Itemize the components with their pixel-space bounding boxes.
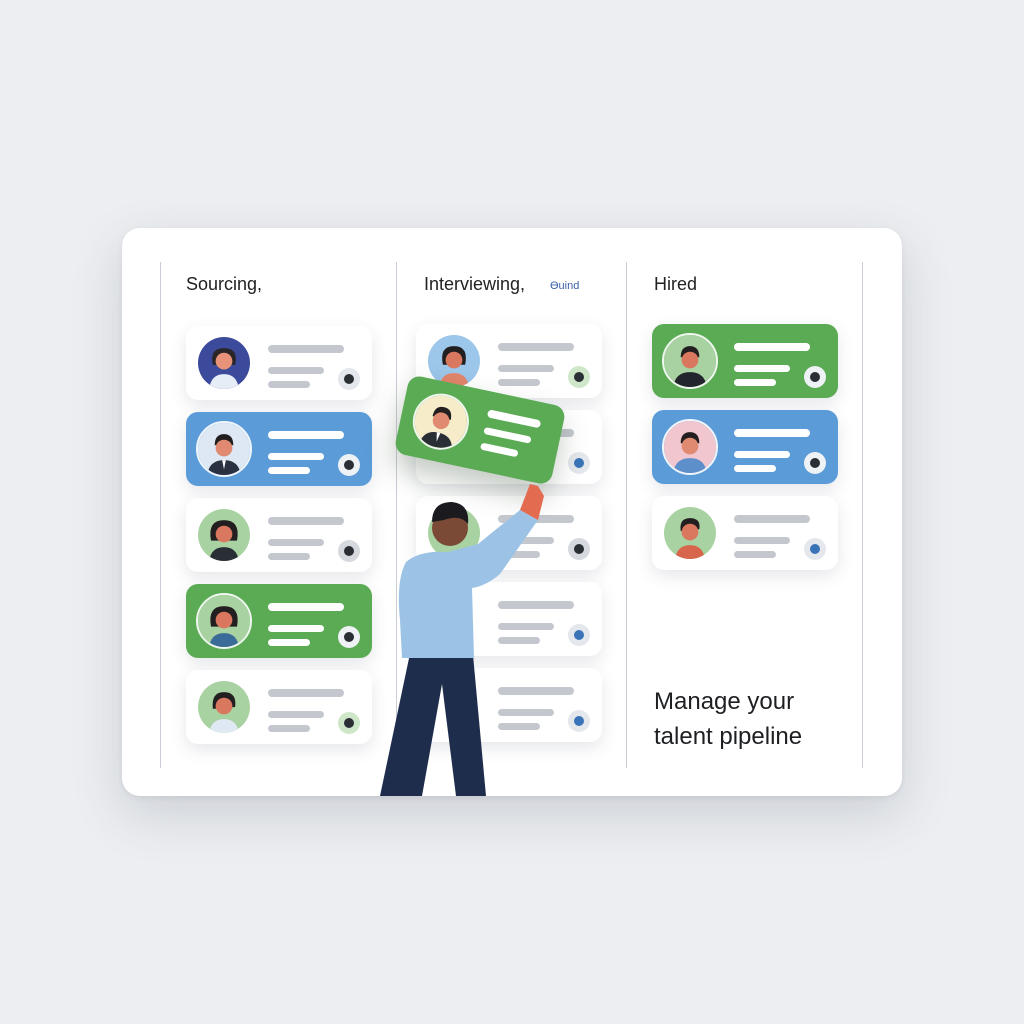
candidate-card[interactable] — [186, 498, 372, 572]
status-dot-icon[interactable] — [804, 366, 826, 388]
tagline-line-1: Manage your — [654, 688, 795, 715]
candidate-card[interactable] — [186, 326, 372, 400]
name-placeholder — [734, 515, 810, 523]
detail-placeholder — [483, 426, 532, 444]
detail-placeholder — [734, 451, 790, 458]
column-tag: Ɵuind — [550, 280, 580, 292]
candidate-card[interactable] — [186, 412, 372, 486]
person-illustration — [380, 484, 544, 796]
detail-placeholder — [268, 381, 310, 388]
column-title-hired: Hired — [654, 274, 698, 294]
avatar-icon — [662, 419, 718, 475]
detail-placeholder — [734, 465, 776, 472]
name-placeholder — [498, 343, 574, 351]
detail-placeholder — [268, 367, 324, 374]
candidate-card[interactable] — [186, 670, 372, 744]
name-placeholder — [268, 517, 344, 525]
detail-placeholder — [268, 711, 324, 718]
avatar-icon — [196, 335, 252, 391]
column-divider — [160, 262, 161, 768]
status-dot-icon[interactable] — [568, 452, 590, 474]
status-dot-icon[interactable] — [568, 710, 590, 732]
status-dot-icon[interactable] — [568, 624, 590, 646]
detail-placeholder — [498, 365, 554, 372]
name-placeholder — [268, 431, 344, 439]
avatar-icon — [662, 333, 718, 389]
name-placeholder — [268, 345, 344, 353]
status-dot-icon[interactable] — [338, 454, 360, 476]
status-dot-icon[interactable] — [338, 626, 360, 648]
avatar-icon — [662, 505, 718, 561]
name-placeholder — [734, 429, 810, 437]
detail-placeholder — [268, 725, 310, 732]
detail-placeholder — [734, 365, 790, 372]
name-placeholder — [268, 689, 344, 697]
status-dot-icon[interactable] — [804, 538, 826, 560]
status-dot-icon[interactable] — [804, 452, 826, 474]
detail-placeholder — [268, 467, 310, 474]
column-title-interviewing: Interviewing, — [424, 274, 526, 294]
status-dot-icon[interactable] — [338, 368, 360, 390]
detail-placeholder — [734, 379, 776, 386]
detail-placeholder — [734, 551, 776, 558]
avatar-icon — [196, 507, 252, 563]
detail-placeholder — [268, 639, 310, 646]
name-placeholder — [734, 343, 810, 351]
tagline: Manage your talent pipeline — [654, 684, 802, 754]
status-dot-icon[interactable] — [568, 366, 590, 388]
name-placeholder — [268, 603, 344, 611]
detail-placeholder — [479, 442, 519, 458]
column-divider — [626, 262, 627, 768]
tagline-line-2: talent pipeline — [654, 723, 803, 750]
candidate-card[interactable] — [652, 496, 838, 570]
status-dot-icon[interactable] — [568, 538, 590, 560]
candidate-card[interactable] — [652, 410, 838, 484]
candidate-card[interactable] — [652, 324, 838, 398]
detail-placeholder — [268, 453, 324, 460]
column-divider — [862, 262, 863, 768]
name-placeholder — [486, 409, 542, 429]
avatar-icon — [407, 388, 475, 455]
status-dot-icon[interactable] — [338, 712, 360, 734]
avatar-icon — [196, 679, 252, 735]
avatar-icon — [196, 421, 252, 477]
column-title-sourcing: Sourcing, — [186, 274, 263, 294]
detail-placeholder — [268, 553, 310, 560]
candidate-card[interactable] — [186, 584, 372, 658]
detail-placeholder — [498, 379, 540, 386]
detail-placeholder — [734, 537, 790, 544]
detail-placeholder — [268, 539, 324, 546]
status-dot-icon[interactable] — [338, 540, 360, 562]
avatar-icon — [196, 593, 252, 649]
detail-placeholder — [268, 625, 324, 632]
